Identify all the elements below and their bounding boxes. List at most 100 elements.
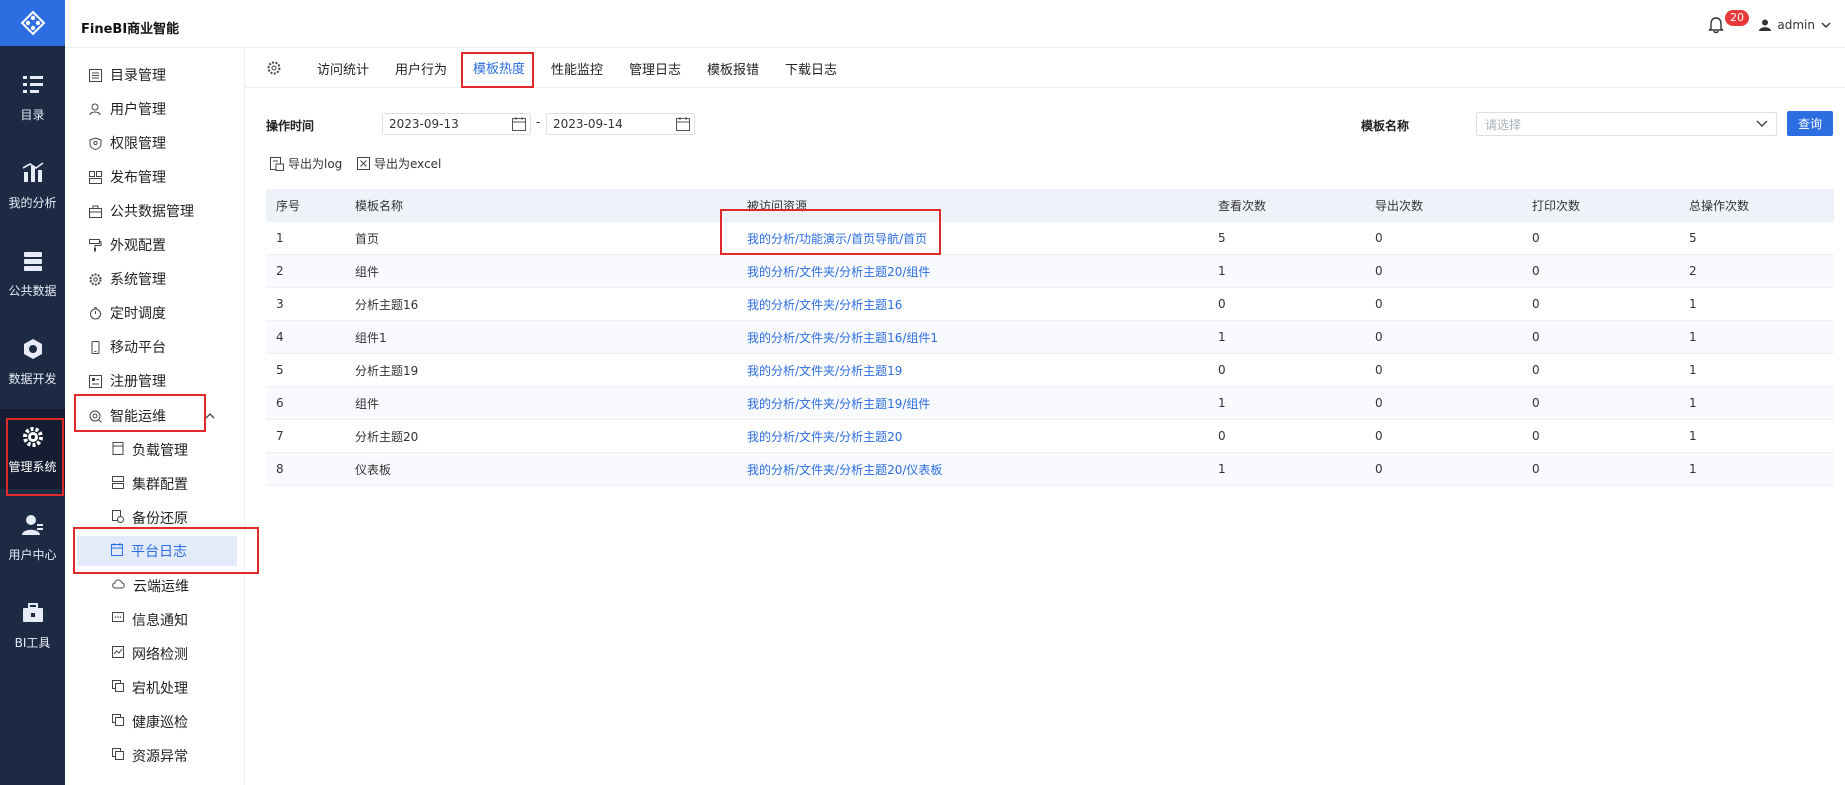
resource-link[interactable]: 我的分析/文件夹/分析主题20/组件 xyxy=(747,263,930,280)
bell-icon[interactable] xyxy=(1707,16,1725,34)
logo[interactable] xyxy=(0,0,65,46)
nav-label: 宕机处理 xyxy=(132,681,188,697)
rail-item-user-center[interactable]: 用户中心 xyxy=(0,497,65,577)
nav-item-ops[interactable]: 智能运维 xyxy=(88,401,166,431)
nav-subitem-network[interactable]: 网络检测 xyxy=(112,639,188,669)
cloud-icon xyxy=(112,578,125,594)
database-icon xyxy=(20,248,46,274)
nav-subitem-load[interactable]: 负载管理 xyxy=(112,435,188,465)
nav-item-publish[interactable]: 发布管理 xyxy=(88,162,166,192)
table-cell: 0 xyxy=(1375,264,1383,278)
nav-label: 负载管理 xyxy=(132,443,188,459)
start-date-value: 2023-09-13 xyxy=(389,117,459,131)
gear-icon xyxy=(88,272,102,286)
table-row[interactable]: 3 分析主题16 我的分析/文件夹/分析主题16 0 0 0 1 xyxy=(266,288,1834,321)
nav-item-public-data[interactable]: 公共数据管理 xyxy=(88,196,194,226)
table-cell: 5 xyxy=(1218,231,1226,245)
query-button[interactable]: 查询 xyxy=(1787,111,1833,136)
export-excel-button[interactable]: 导出为excel xyxy=(357,155,441,172)
chevron-up-icon[interactable] xyxy=(205,411,215,421)
table-row[interactable]: 4 组件1 我的分析/文件夹/分析主题16/组件1 1 0 0 1 xyxy=(266,321,1834,354)
nav-subitem-cloud-ops[interactable]: 云端运维 xyxy=(112,571,189,601)
gear-icon[interactable] xyxy=(267,61,281,75)
nav-label: 健康巡检 xyxy=(132,715,188,731)
nav-item-mobile[interactable]: 移动平台 xyxy=(88,332,166,362)
rail-label: BI工具 xyxy=(14,635,51,650)
nav-label: 权限管理 xyxy=(110,136,166,152)
nav-item-permissions[interactable]: 权限管理 xyxy=(88,128,166,158)
app-title: FineBI商业智能 xyxy=(81,22,180,37)
catalog-icon xyxy=(20,72,46,98)
tab-download-log[interactable]: 下载日志 xyxy=(785,48,837,88)
paint-roller-icon xyxy=(88,238,102,252)
nav-label: 平台日志 xyxy=(131,544,187,560)
copy-icon xyxy=(112,748,124,764)
table-cell: 1 xyxy=(1218,330,1226,344)
template-select[interactable]: 请选择 xyxy=(1476,112,1777,136)
table-row[interactable]: 6 组件 我的分析/文件夹/分析主题19/组件 1 0 0 1 xyxy=(266,387,1834,420)
nav-item-appearance[interactable]: 外观配置 xyxy=(88,230,166,260)
resource-link[interactable]: 我的分析/文件夹/分析主题16 xyxy=(747,296,902,313)
nav-label: 发布管理 xyxy=(110,170,166,186)
table-cell: 1 xyxy=(1689,330,1697,344)
table-cell: 1 xyxy=(1689,396,1697,410)
nav-subitem-platform-log[interactable]: 平台日志 xyxy=(77,536,237,566)
table-cell: 0 xyxy=(1532,297,1540,311)
rail-label: 数据开发 xyxy=(8,371,57,386)
table-cell: 0 xyxy=(1375,429,1383,443)
table-cell: 分析主题19 xyxy=(355,363,419,378)
tab-admin-log[interactable]: 管理日志 xyxy=(629,48,681,88)
end-date-input[interactable]: 2023-09-14 xyxy=(546,113,695,135)
nav-subitem-cluster[interactable]: 集群配置 xyxy=(112,469,188,499)
nav-subitem-health[interactable]: 健康巡检 xyxy=(112,707,188,737)
message-icon xyxy=(112,612,124,628)
nav-item-catalog[interactable]: 目录管理 xyxy=(88,60,166,90)
export-log-button[interactable]: 导出为log xyxy=(270,155,342,172)
resource-link[interactable]: 我的分析/文件夹/分析主题19 xyxy=(747,362,902,379)
nav-label: 备份还原 xyxy=(132,511,188,527)
rail-item-admin[interactable]: 管理系统 xyxy=(0,409,65,489)
resource-link[interactable]: 我的分析/文件夹/分析主题20 xyxy=(747,428,902,445)
table-cell: 0 xyxy=(1532,429,1540,443)
operation-time-label: 操作时间 xyxy=(266,119,315,133)
rail-item-bi-tools[interactable]: BI工具 xyxy=(0,585,65,665)
nav-subitem-downtime[interactable]: 宕机处理 xyxy=(112,673,188,703)
tab-bar: 访问统计 用户行为 模板热度 性能监控 管理日志 模板报错 下载日志 xyxy=(245,48,1845,88)
rail-item-my-analysis[interactable]: 我的分析 xyxy=(0,145,65,225)
table-cell: 3 xyxy=(276,297,284,311)
table-row[interactable]: 7 分析主题20 我的分析/文件夹/分析主题20 0 0 0 1 xyxy=(266,420,1834,453)
table-cell: 0 xyxy=(1218,429,1226,443)
rail-item-public-data[interactable]: 公共数据 xyxy=(0,233,65,313)
nav-subitem-notify[interactable]: 信息通知 xyxy=(112,605,188,635)
tab-visit-stats[interactable]: 访问统计 xyxy=(317,48,369,88)
table-cell: 4 xyxy=(276,330,284,344)
start-date-input[interactable]: 2023-09-13 xyxy=(382,113,531,135)
timer-icon xyxy=(88,306,102,320)
tab-performance[interactable]: 性能监控 xyxy=(551,48,603,88)
rail-item-data-dev[interactable]: 数据开发 xyxy=(0,321,65,401)
tab-template-heat[interactable]: 模板热度 xyxy=(473,48,526,88)
resource-link[interactable]: 我的分析/文件夹/分析主题16/组件1 xyxy=(747,329,938,346)
nav-item-users[interactable]: 用户管理 xyxy=(88,94,166,124)
tab-user-behavior[interactable]: 用户行为 xyxy=(395,48,447,88)
rail-item-catalog[interactable]: 目录 xyxy=(0,57,65,137)
table-cell: 组件 xyxy=(355,396,380,411)
resource-link[interactable]: 我的分析/功能演示/首页导航/首页 xyxy=(747,230,927,247)
tab-template-error[interactable]: 模板报错 xyxy=(707,48,759,88)
nav-item-schedule[interactable]: 定时调度 xyxy=(88,298,166,328)
nav-item-register[interactable]: 注册管理 xyxy=(88,366,166,396)
rail-label: 管理系统 xyxy=(8,459,57,474)
resource-link[interactable]: 我的分析/文件夹/分析主题20/仪表板 xyxy=(747,461,942,478)
table-row[interactable]: 1 首页 我的分析/功能演示/首页导航/首页 5 0 0 5 xyxy=(266,222,1834,255)
export-icon xyxy=(270,156,284,171)
table-row[interactable]: 8 仪表板 我的分析/文件夹/分析主题20/仪表板 1 0 0 1 xyxy=(266,453,1834,486)
nav-subitem-resource[interactable]: 资源异常 xyxy=(112,741,188,771)
resource-link[interactable]: 我的分析/文件夹/分析主题19/组件 xyxy=(747,395,930,412)
table-row[interactable]: 5 分析主题19 我的分析/文件夹/分析主题19 0 0 0 1 xyxy=(266,354,1834,387)
nav-item-system[interactable]: 系统管理 xyxy=(88,264,166,294)
nav-subitem-backup[interactable]: 备份还原 xyxy=(112,503,188,533)
nav-label: 外观配置 xyxy=(110,238,166,254)
user-menu[interactable]: admin xyxy=(1759,18,1831,32)
table-cell: 首页 xyxy=(355,231,380,246)
table-row[interactable]: 2 组件 我的分析/文件夹/分析主题20/组件 1 0 0 2 xyxy=(266,255,1834,288)
